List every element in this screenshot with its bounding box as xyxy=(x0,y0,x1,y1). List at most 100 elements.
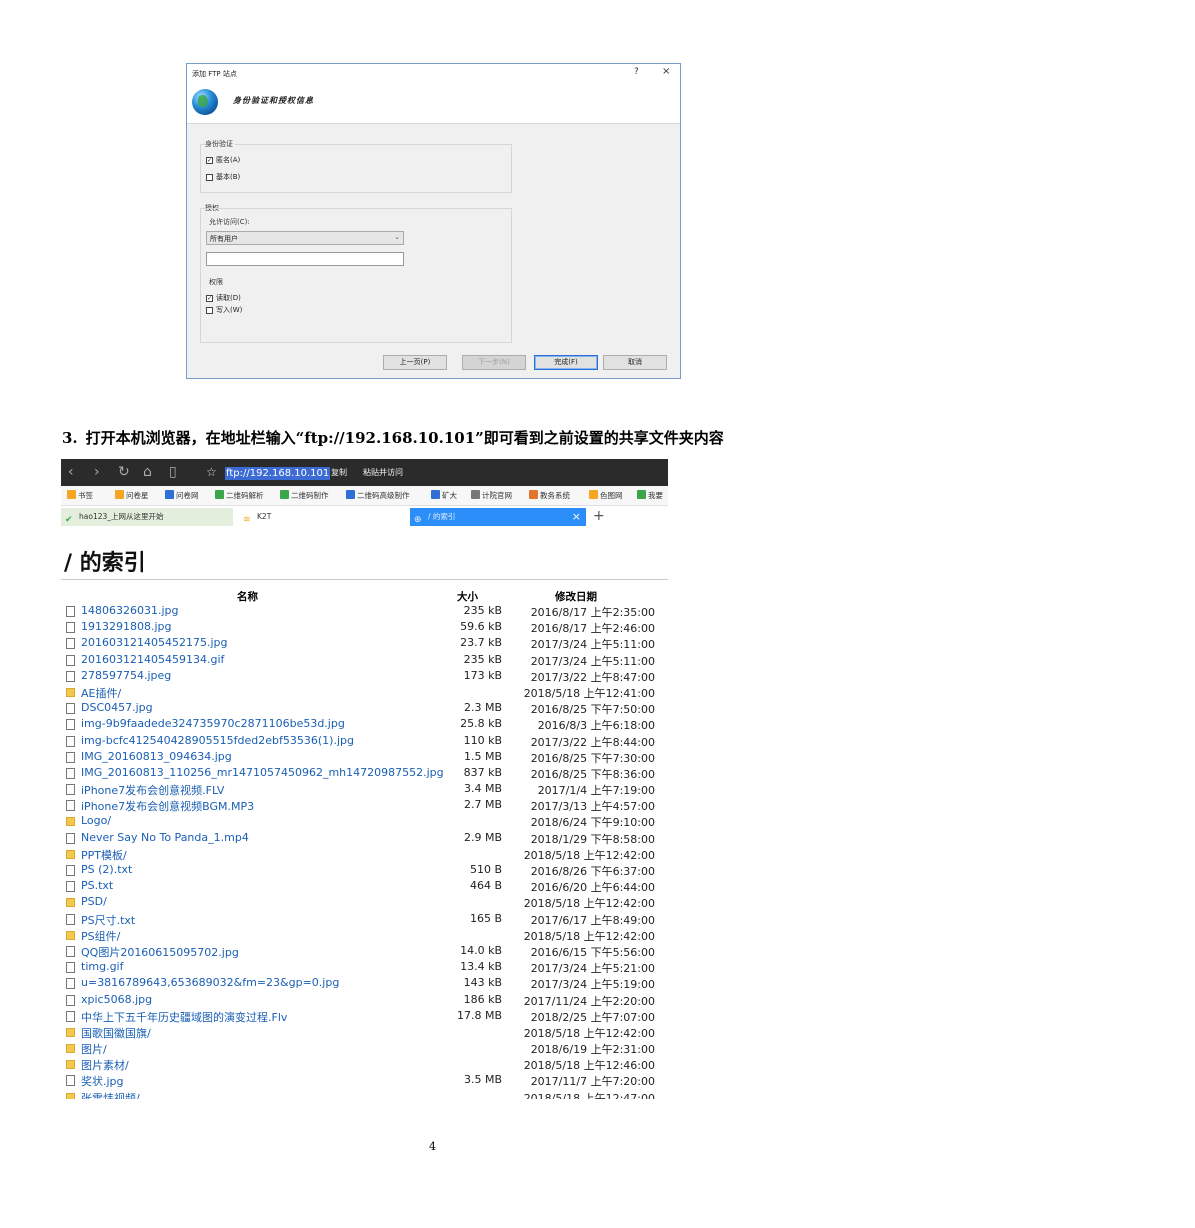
bookmark-item[interactable]: 色图网 xyxy=(589,490,623,501)
file-link[interactable]: PSD/ xyxy=(81,895,107,908)
bookmark-item[interactable]: 我要 xyxy=(637,490,663,501)
read-check-box[interactable]: ✓ xyxy=(206,294,213,302)
file-row: PS组件/2018/5/18 上午12:42:00 xyxy=(61,928,668,944)
file-date: 2018/5/18 上午12:42:00 xyxy=(523,1026,655,1040)
reader-icon[interactable]: ▯ xyxy=(169,464,177,480)
file-link[interactable]: 国歌国徽国旗/ xyxy=(81,1025,151,1041)
bookmark-item[interactable]: 问卷网 xyxy=(165,490,199,501)
close-icon[interactable]: × xyxy=(572,508,581,525)
column-header-size[interactable]: 大小 xyxy=(457,589,478,604)
bookmark-item[interactable]: 二维码解析 xyxy=(215,490,264,501)
file-link[interactable]: 图片/ xyxy=(81,1041,107,1057)
address-bar[interactable]: ftp://192.168.10.101 xyxy=(225,467,331,480)
file-link[interactable]: u=3816789643,653689032&fm=23&gp=0.jpg xyxy=(81,976,339,989)
bookmark-item[interactable]: 计院官网 xyxy=(471,490,512,501)
file-link[interactable]: 奖状.jpg xyxy=(81,1073,124,1089)
file-link[interactable]: xpic5068.jpg xyxy=(81,993,152,1006)
bookmark-item[interactable]: 问卷星 xyxy=(115,490,149,501)
help-button[interactable]: ? xyxy=(634,67,639,77)
file-icon xyxy=(66,670,75,682)
file-date: 2017/6/17 上午8:49:00 xyxy=(530,913,655,927)
file-link[interactable]: 201603121405452175.jpg xyxy=(81,636,228,649)
close-button[interactable]: × xyxy=(662,66,670,77)
column-header-name[interactable]: 名称 xyxy=(237,589,258,604)
bookmark-item[interactable]: 矿大 xyxy=(431,490,457,501)
file-icon xyxy=(66,945,75,957)
anonymous-checkbox[interactable]: ✓ 匿名(A) xyxy=(206,155,240,165)
file-icon xyxy=(66,962,75,974)
star-icon[interactable]: ☆ xyxy=(206,465,217,479)
file-date: 2017/11/24 上午2:20:00 xyxy=(523,994,655,1008)
file-row: img-bcfc412540428905515fded2ebf53536(1).… xyxy=(61,734,668,750)
file-link[interactable]: PS (2).txt xyxy=(81,863,132,876)
column-header-date[interactable]: 修改日期 xyxy=(555,589,597,604)
users-input[interactable] xyxy=(206,252,404,266)
file-icon xyxy=(66,784,75,796)
new-tab-icon[interactable]: + xyxy=(593,508,605,524)
tab-ftp-index[interactable]: ⊕ / 的索引 × xyxy=(410,508,586,526)
basic-checkbox[interactable]: 基本(B) xyxy=(206,172,240,182)
tab-hao123[interactable]: ✔ hao123_上网从这里开始 xyxy=(61,508,233,526)
bookmark-item[interactable]: 二维码制作 xyxy=(280,490,329,501)
write-checkbox[interactable]: 写入(W) xyxy=(206,305,242,315)
file-link[interactable]: IMG_20160813_110256_mr1471057450962_mh14… xyxy=(81,766,444,779)
file-link[interactable]: 201603121405459134.gif xyxy=(81,653,224,666)
allow-access-select[interactable]: 所有用户 ⌄ xyxy=(206,231,404,245)
file-link[interactable]: 278597754.jpeg xyxy=(81,669,171,682)
tab-strip: ✔ hao123_上网从这里开始 ≋ K2T ⊕ / 的索引 × + xyxy=(61,507,668,526)
bookmark-icon xyxy=(165,490,174,499)
file-link[interactable]: PS尺寸.txt xyxy=(81,912,135,928)
paste-and-go-button[interactable]: 粘贴并访问 xyxy=(363,467,403,478)
file-link[interactable]: img-bcfc412540428905515fded2ebf53536(1).… xyxy=(81,734,354,747)
file-link[interactable]: 张雷炜视频/ xyxy=(81,1090,140,1099)
file-link[interactable]: PS组件/ xyxy=(81,928,120,944)
bookmark-icon xyxy=(280,490,289,499)
bookmark-label: 计院官网 xyxy=(482,491,512,500)
bookmark-item[interactable]: 二维码高级制作 xyxy=(346,490,410,501)
file-link[interactable]: 1913291808.jpg xyxy=(81,620,172,633)
cancel-button[interactable]: 取消 xyxy=(603,355,667,370)
add-ftp-site-dialog: 添加 FTP 站点 ? × 身份验证和授权信息 身份验证 ✓ 匿名(A) 基本(… xyxy=(186,63,681,379)
file-link[interactable]: 14806326031.jpg xyxy=(81,604,179,617)
file-link[interactable]: PPT模板/ xyxy=(81,847,127,863)
anonymous-check-box[interactable]: ✓ xyxy=(206,156,213,164)
next-button[interactable]: 下一步(N) xyxy=(462,355,526,370)
finish-button[interactable]: 完成(F) xyxy=(534,355,598,370)
basic-check-box[interactable] xyxy=(206,173,213,181)
file-link[interactable]: IMG_20160813_094634.jpg xyxy=(81,750,232,763)
previous-button[interactable]: 上一页(P) xyxy=(383,355,447,370)
file-link[interactable]: iPhone7发布会创意视频.FLV xyxy=(81,782,224,798)
file-link[interactable]: DSC0457.jpg xyxy=(81,701,153,714)
forward-icon[interactable]: › xyxy=(94,464,100,480)
home-icon[interactable]: ⌂ xyxy=(143,464,152,480)
file-link[interactable]: QQ图片20160615095702.jpg xyxy=(81,944,239,960)
file-size: 510 B xyxy=(469,863,502,876)
tab-k2t[interactable]: ≋ K2T xyxy=(239,508,409,526)
allow-access-value: 所有用户 xyxy=(210,235,238,243)
file-link[interactable]: img-9b9faadede324735970c2871106be53d.jpg xyxy=(81,717,345,730)
file-link[interactable]: 图片素材/ xyxy=(81,1057,129,1073)
chevron-down-icon[interactable]: ⌄ xyxy=(394,233,400,241)
file-link[interactable]: 中华上下五千年历史疆域图的演变过程.Flv xyxy=(81,1009,287,1025)
bookmark-item[interactable]: 书签 xyxy=(67,490,93,501)
file-link[interactable]: iPhone7发布会创意视频BGM.MP3 xyxy=(81,798,254,814)
file-date: 2016/8/25 下午8:36:00 xyxy=(530,767,655,781)
file-date: 2017/1/4 上午7:19:00 xyxy=(537,784,655,798)
bookmark-label: 色图网 xyxy=(600,491,623,500)
file-link[interactable]: timg.gif xyxy=(81,960,123,973)
file-date: 2016/8/25 下午7:30:00 xyxy=(530,751,655,765)
back-icon[interactable]: ‹ xyxy=(68,464,74,480)
file-date: 2016/6/20 上午6:44:00 xyxy=(530,881,655,895)
file-date: 2017/3/24 上午5:21:00 xyxy=(530,962,655,976)
file-link[interactable]: PS.txt xyxy=(81,879,113,892)
file-link[interactable]: Never Say No To Panda_1.mp4 xyxy=(81,831,249,844)
read-checkbox[interactable]: ✓ 读取(D) xyxy=(206,293,241,303)
copy-button[interactable]: 复制 xyxy=(331,467,347,478)
bookmark-item[interactable]: 教务系统 xyxy=(529,490,570,501)
file-link[interactable]: Logo/ xyxy=(81,814,111,827)
bookmark-icon xyxy=(471,490,480,499)
file-icon xyxy=(66,703,75,715)
reload-icon[interactable]: ↻ xyxy=(118,464,130,480)
write-check-box[interactable] xyxy=(206,306,213,314)
file-link[interactable]: AE插件/ xyxy=(81,685,121,701)
